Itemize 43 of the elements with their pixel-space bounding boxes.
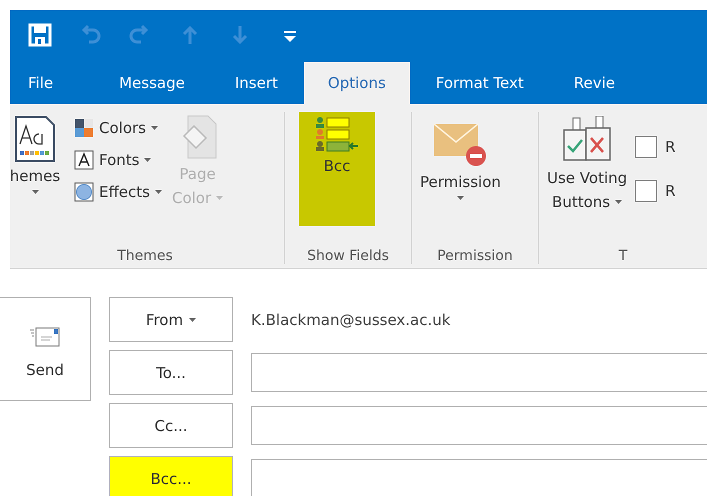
themes-icon: [15, 116, 55, 162]
group-label: Themes: [116, 247, 174, 264]
group-label: Permission: [436, 247, 514, 264]
address-button[interactable]: To...: [109, 350, 233, 395]
caret-icon: [154, 190, 162, 194]
themes-button[interactable]: hemes: [10, 112, 68, 194]
voting-buttons-button[interactable]: Use Voting Buttons: [543, 112, 632, 214]
fonts-button[interactable]: Fonts: [72, 148, 164, 172]
caret-icon: [32, 190, 38, 194]
from-button[interactable]: From: [109, 297, 233, 342]
effects-button[interactable]: Effects: [72, 180, 164, 204]
ribbon-tab[interactable]: Revie: [550, 62, 639, 104]
group-label: T: [618, 247, 628, 264]
caret-icon: [150, 126, 158, 130]
address-button[interactable]: Cc...: [109, 403, 233, 448]
group-label: Show Fields: [306, 247, 390, 264]
address-field[interactable]: [251, 353, 707, 392]
address-button[interactable]: Bcc...: [109, 456, 233, 496]
send-button[interactable]: Send: [0, 297, 91, 401]
sender-address: K.Blackman@sussex.ac.uk: [251, 310, 450, 328]
ribbon-tab[interactable]: Options: [304, 62, 410, 104]
caret-icon: [615, 200, 622, 204]
ribbon-tab[interactable]: Format Text: [412, 62, 548, 104]
caret-icon: [144, 158, 152, 162]
ribbon-tab[interactable]: File: [22, 62, 94, 104]
bcc-button[interactable]: Bcc: [299, 112, 375, 226]
ribbon-tab[interactable]: Insert: [210, 62, 302, 104]
save-button[interactable]: [28, 23, 52, 47]
caret-icon: [189, 318, 196, 322]
ribbon-tab[interactable]: Message: [95, 62, 209, 104]
save-icon: [28, 23, 52, 47]
permission-button[interactable]: Permission: [416, 112, 505, 202]
address-field[interactable]: [251, 406, 707, 445]
address-fields-icon: [315, 116, 359, 152]
envelope-icon: [30, 326, 60, 348]
caret-icon: [216, 196, 224, 200]
colors-button[interactable]: Colors: [72, 116, 164, 140]
font-letter-icon: [74, 150, 94, 170]
circle-icon: [74, 182, 94, 202]
address-field[interactable]: [251, 459, 707, 496]
ballot-boxes-icon: [561, 116, 614, 164]
caret-icon: [456, 196, 464, 200]
color-swatch-icon: [74, 118, 94, 138]
